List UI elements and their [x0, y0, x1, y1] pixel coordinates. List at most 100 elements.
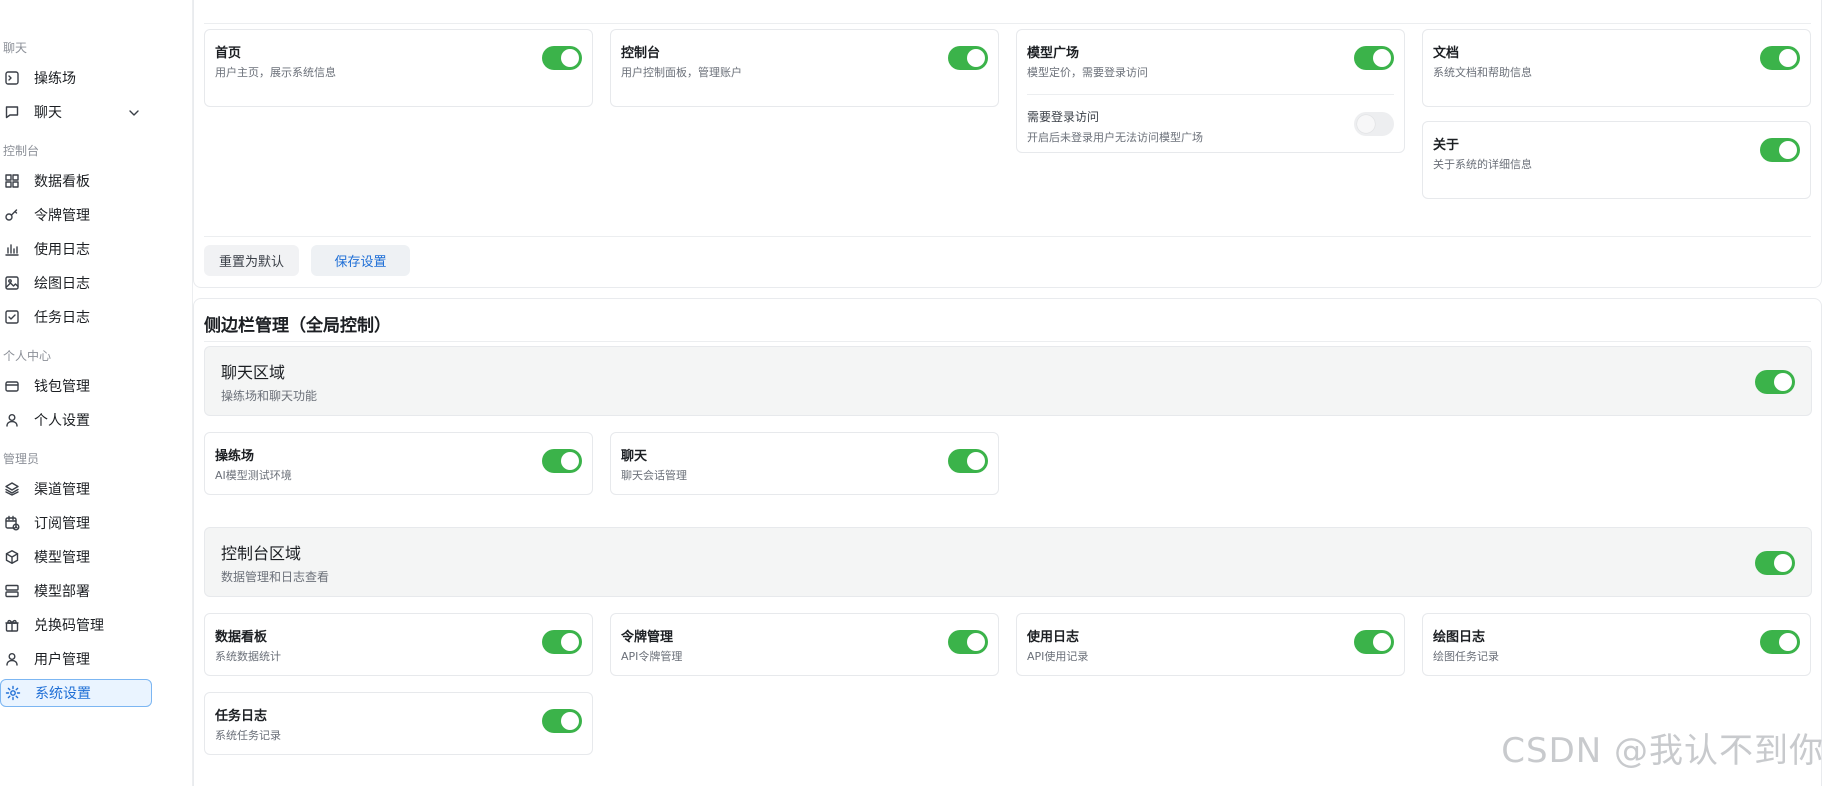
card-desc: AI模型测试环境	[215, 469, 292, 482]
user-icon	[4, 651, 20, 667]
require-login-toggle[interactable]	[1354, 112, 1394, 136]
task-log-toggle[interactable]	[542, 709, 582, 733]
sidebar-item-playground[interactable]: 操练场	[0, 64, 152, 92]
sidebar-section-admin: 管理员	[3, 452, 40, 466]
card-docs: 文档 系统文档和帮助信息	[1422, 29, 1811, 107]
chat-bubble-icon	[4, 104, 20, 120]
sidebar-item-task-log[interactable]: 任务日志	[0, 303, 152, 331]
sidebar-item-dashboard[interactable]: 数据看板	[0, 167, 152, 195]
sidebar-item-label: 渠道管理	[34, 482, 90, 498]
card-desc: 系统文档和帮助信息	[1433, 66, 1532, 79]
drawing-log-toggle[interactable]	[1760, 630, 1800, 654]
sidebar-item-label: 用户管理	[34, 652, 90, 668]
card-console-dashboard: 数据看板 系统数据统计	[204, 613, 593, 676]
model-square-toggle[interactable]	[1354, 46, 1394, 70]
card-home: 首页 用户主页，展示系统信息	[204, 29, 593, 107]
docs-toggle[interactable]	[1760, 46, 1800, 70]
sidebar: 聊天 操练场 聊天 控制台 数据看板 令牌管理 使用日志 绘图日志 任务日志 个…	[0, 0, 193, 786]
sidebar-item-chat[interactable]: 聊天	[0, 98, 152, 126]
sidebar-management-panel: 侧边栏管理（全局控制） 聊天区域 操练场和聊天功能 操练场 AI模型测试环境 聊…	[193, 298, 1822, 786]
card-title: 关于	[1433, 138, 1460, 153]
about-toggle[interactable]	[1760, 138, 1800, 162]
card-desc: 模型定价，需要登录访问	[1027, 66, 1148, 79]
sidebar-item-personal-settings[interactable]: 个人设置	[0, 406, 152, 434]
card-desc: 系统数据统计	[215, 650, 281, 663]
reset-default-button[interactable]: 重置为默认	[204, 245, 299, 276]
card-desc: 聊天会话管理	[621, 469, 687, 482]
bar-chart-icon	[4, 241, 20, 257]
card-console-task-log: 任务日志 系统任务记录	[204, 692, 593, 755]
card-desc: 关于系统的详细信息	[1433, 158, 1532, 171]
sidebar-item-label: 聊天	[34, 105, 62, 121]
chevron-down-icon[interactable]	[126, 105, 140, 119]
sidebar-item-users[interactable]: 用户管理	[0, 645, 152, 673]
console-area-group: 控制台区域 数据管理和日志查看	[204, 527, 1812, 597]
playground-toggle[interactable]	[542, 449, 582, 473]
group-title: 聊天区域	[221, 363, 286, 382]
sidebar-item-label: 钱包管理	[34, 379, 90, 395]
sidebar-item-label: 任务日志	[34, 310, 90, 326]
card-title: 首页	[215, 46, 242, 61]
dashboard-toggle[interactable]	[542, 630, 582, 654]
gift-icon	[4, 617, 20, 633]
sidebar-item-usage-log[interactable]: 使用日志	[0, 235, 152, 263]
sidebar-item-models[interactable]: 模型管理	[0, 543, 152, 571]
sidebar-item-subscriptions[interactable]: 订阅管理	[0, 509, 152, 537]
sidebar-item-label: 令牌管理	[34, 208, 90, 224]
card-title: 模型广场	[1027, 46, 1080, 61]
watermark: CSDN @我认不到你	[1501, 731, 1824, 771]
tokens-toggle[interactable]	[948, 630, 988, 654]
card-sub-title: 需要登录访问	[1027, 110, 1100, 124]
gear-icon	[5, 685, 21, 701]
sidebar-item-label: 操练场	[34, 71, 76, 87]
sidebar-item-label: 系统设置	[35, 686, 91, 702]
terminal-icon	[4, 70, 20, 86]
card-title: 操练场	[215, 449, 255, 464]
group-desc: 操练场和聊天功能	[221, 389, 318, 403]
card-sub-desc: 开启后未登录用户无法访问模型广场	[1027, 131, 1203, 144]
image-icon	[4, 275, 20, 291]
card-desc: 用户主页，展示系统信息	[215, 66, 336, 79]
server-icon	[4, 583, 20, 599]
sidebar-item-wallet[interactable]: 钱包管理	[0, 372, 152, 400]
card-title: 使用日志	[1027, 630, 1080, 645]
checkbox-icon	[4, 309, 20, 325]
sidebar-item-label: 个人设置	[34, 413, 90, 429]
sidebar-item-system-settings[interactable]: 系统设置	[0, 679, 152, 707]
save-settings-button[interactable]: 保存设置	[311, 245, 410, 276]
chat-area-toggle[interactable]	[1755, 370, 1795, 394]
card-console-usage-log: 使用日志 API使用记录	[1016, 613, 1405, 676]
card-desc: API令牌管理	[621, 650, 683, 663]
card-desc: 用户控制面板，管理账户	[621, 66, 742, 79]
sidebar-item-label: 数据看板	[34, 174, 90, 190]
card-chat-chat: 聊天 聊天会话管理	[610, 432, 999, 495]
card-title: 绘图日志	[1433, 630, 1486, 645]
sidebar-item-tokens[interactable]: 令牌管理	[0, 201, 152, 229]
home-toggle[interactable]	[542, 46, 582, 70]
sidebar-item-model-deploy[interactable]: 模型部署	[0, 577, 152, 605]
console-toggle[interactable]	[948, 46, 988, 70]
card-console-drawing-log: 绘图日志 绘图任务记录	[1422, 613, 1811, 676]
card-desc: 系统任务记录	[215, 729, 281, 742]
sidebar-item-channels[interactable]: 渠道管理	[0, 475, 152, 503]
wallet-icon	[4, 378, 20, 394]
sidebar-item-label: 模型管理	[34, 550, 90, 566]
card-desc: 绘图任务记录	[1433, 650, 1499, 663]
usage-log-toggle[interactable]	[1354, 630, 1394, 654]
sidebar-item-label: 使用日志	[34, 242, 90, 258]
sidebar-section-personal: 个人中心	[3, 349, 52, 363]
card-title: 任务日志	[215, 709, 268, 724]
console-area-toggle[interactable]	[1755, 551, 1795, 575]
layers-icon	[4, 481, 20, 497]
group-desc: 数据管理和日志查看	[221, 570, 330, 584]
header-module-panel: 首页 用户主页，展示系统信息 控制台 用户控制面板，管理账户 模型广场 模型定价…	[193, 0, 1822, 288]
card-title: 文档	[1433, 46, 1460, 61]
calendar-clock-icon	[4, 515, 20, 531]
main-content: 首页 用户主页，展示系统信息 控制台 用户控制面板，管理账户 模型广场 模型定价…	[193, 0, 1830, 786]
card-console-tokens: 令牌管理 API令牌管理	[610, 613, 999, 676]
sidebar-item-label: 订阅管理	[34, 516, 90, 532]
card-chat-playground: 操练场 AI模型测试环境	[204, 432, 593, 495]
sidebar-item-drawing-log[interactable]: 绘图日志	[0, 269, 152, 297]
chat-toggle[interactable]	[948, 449, 988, 473]
sidebar-item-redeem-codes[interactable]: 兑换码管理	[0, 611, 152, 639]
